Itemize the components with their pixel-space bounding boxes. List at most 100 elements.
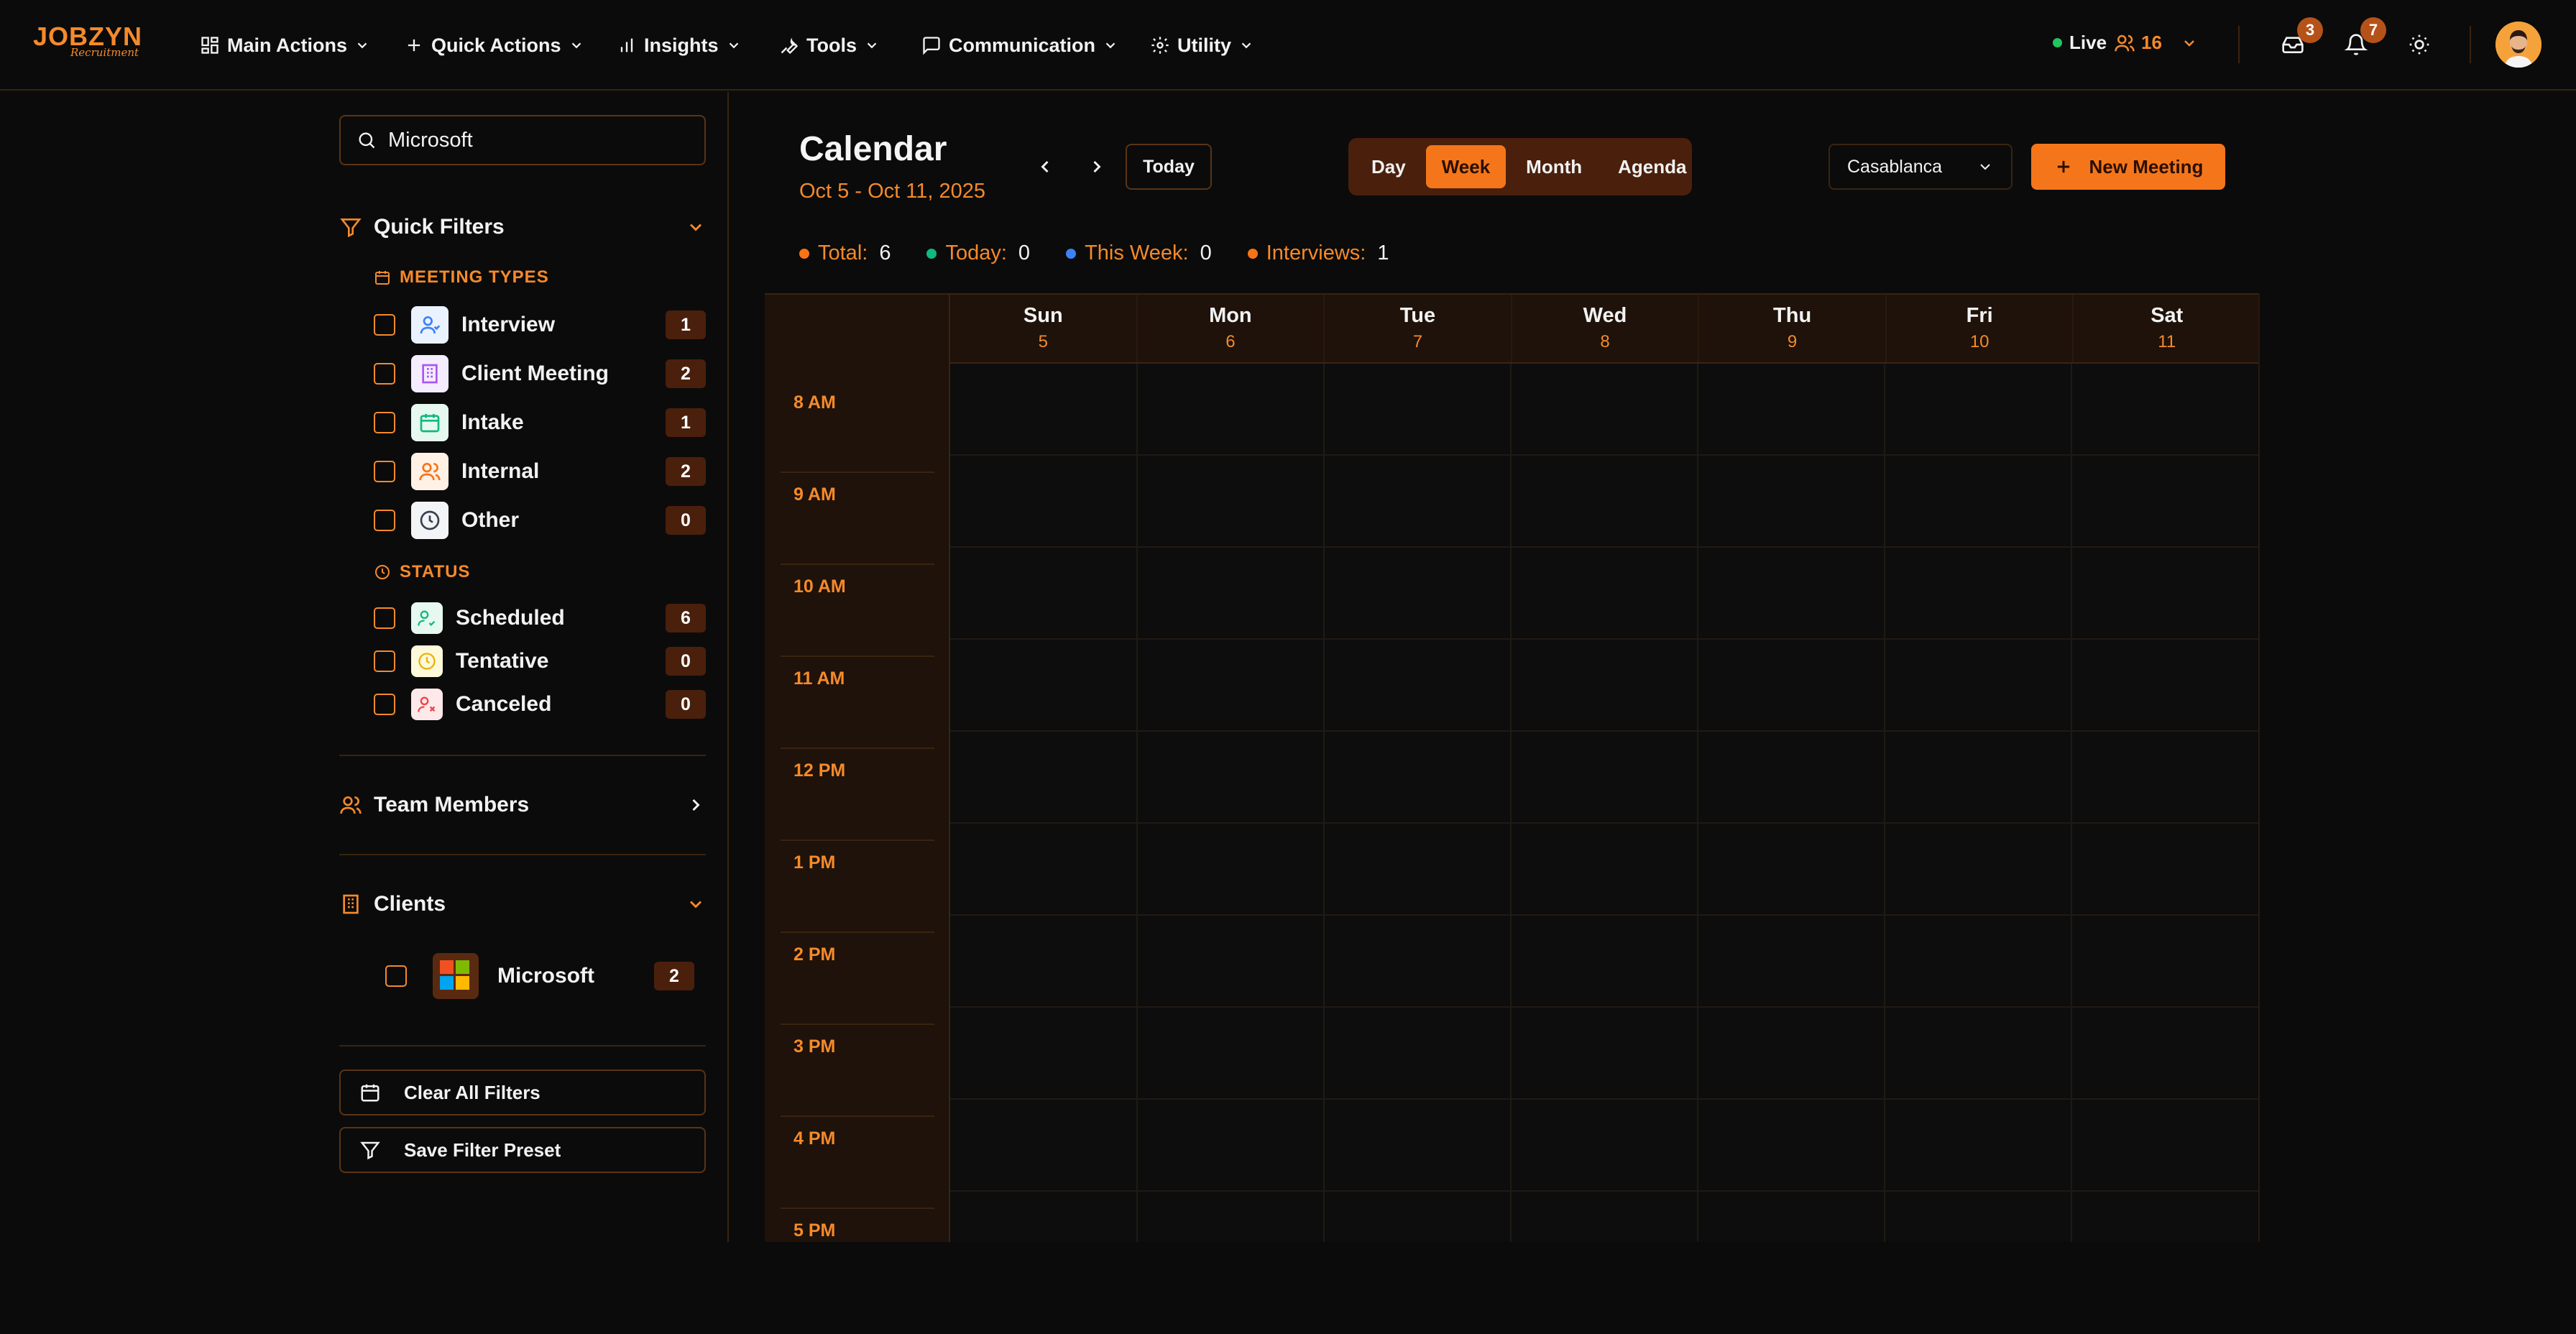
divider [339, 1045, 706, 1046]
filter-internal[interactable]: Internal 2 [374, 453, 706, 490]
brand-logo[interactable]: JOBZYN Recruitment [33, 23, 142, 60]
notifications-badge: 7 [2360, 17, 2386, 43]
day-name: Tue [1399, 303, 1436, 327]
time-label: 11 AM [794, 668, 845, 689]
checkbox[interactable] [374, 650, 395, 672]
day-line [2071, 364, 2072, 1242]
filter-canceled[interactable]: Canceled 0 [374, 686, 706, 723]
divider [339, 854, 706, 855]
tab-day[interactable]: Day [1356, 145, 1422, 188]
stat-today: Today: 0 [926, 242, 1030, 265]
nav-communication[interactable]: Communication [921, 29, 1118, 62]
checkbox[interactable] [374, 694, 395, 715]
divider [781, 656, 934, 657]
nav-quick-actions[interactable]: Quick Actions [404, 29, 584, 62]
time-slots-area[interactable] [950, 364, 2260, 1242]
user-avatar[interactable] [2496, 22, 2542, 68]
day-name: Thu [1773, 303, 1812, 327]
filter-icon [340, 218, 362, 238]
day-name: Wed [1583, 303, 1627, 327]
next-week-button[interactable] [1082, 152, 1111, 181]
bar-chart-icon [620, 38, 633, 52]
filter-label: Tentative [456, 649, 549, 673]
day-header-fri[interactable]: Fri 10 [1887, 293, 2074, 362]
avatar-portrait [2496, 22, 2542, 68]
day-date: 9 [1787, 331, 1798, 351]
checkbox[interactable] [374, 510, 395, 531]
stat-value: 1 [1377, 242, 1389, 264]
day-header-mon[interactable]: Mon 6 [1138, 293, 1325, 362]
day-header-sun[interactable]: Sun 5 [950, 293, 1138, 362]
checkbox[interactable] [385, 965, 407, 987]
chevron-down-icon [689, 224, 702, 231]
day-date: 6 [1225, 331, 1236, 351]
divider [781, 840, 934, 841]
checkbox[interactable] [374, 461, 395, 482]
day-header-thu[interactable]: Thu 9 [1699, 293, 1887, 362]
meeting-types-subheader: MEETING TYPES [374, 267, 549, 288]
status-dot [1247, 248, 1258, 259]
tab-week[interactable]: Week [1425, 145, 1506, 188]
live-users-toggle[interactable]: Live 16 [2053, 32, 2198, 54]
filter-interview[interactable]: Interview 1 [374, 306, 706, 344]
day-header-sat[interactable]: Sat 11 [2074, 293, 2260, 362]
theme-toggle-button[interactable] [2405, 30, 2434, 59]
search-input[interactable] [388, 128, 690, 152]
filter-count: 2 [654, 962, 694, 990]
nav-label: Utility [1177, 34, 1232, 56]
timezone-value: Casablanca [1847, 156, 1943, 177]
team-members-header[interactable]: Team Members [339, 789, 706, 821]
save-preset-button[interactable]: Save Filter Preset [339, 1127, 706, 1173]
day-date: 10 [1969, 331, 1990, 351]
nav-insights[interactable]: Insights [617, 29, 742, 62]
filter-client-microsoft[interactable]: Microsoft 2 [385, 953, 694, 999]
quick-filters-header[interactable]: Quick Filters [339, 211, 706, 243]
filter-client-meeting[interactable]: Client Meeting 2 [374, 355, 706, 392]
day-line [1323, 364, 1325, 1242]
nav-utility[interactable]: Utility [1150, 29, 1254, 62]
stat-interviews: Interviews: 1 [1247, 242, 1389, 265]
time-label: 4 PM [794, 1128, 836, 1149]
search-field[interactable] [339, 115, 706, 165]
filter-scheduled[interactable]: Scheduled 6 [374, 599, 706, 637]
stat-value: 0 [1200, 242, 1212, 264]
nav-label: Insights [644, 34, 719, 56]
new-meeting-button[interactable]: New Meeting [2031, 144, 2225, 190]
status-dot [926, 248, 937, 259]
filter-label: Other [461, 508, 520, 532]
time-label: 3 PM [794, 1036, 836, 1057]
live-label: Live [2069, 32, 2107, 53]
filter-intake[interactable]: Intake 1 [374, 404, 706, 441]
filter-other[interactable]: Other 0 [374, 502, 706, 539]
prev-week-button[interactable] [1031, 152, 1059, 181]
today-button[interactable]: Today [1126, 144, 1212, 190]
filter-count: 2 [666, 457, 706, 486]
inbox-button[interactable]: 3 [2278, 17, 2323, 59]
user-check-icon [411, 602, 443, 634]
nav-tools[interactable]: Tools [779, 29, 880, 62]
clients-header[interactable]: Clients [339, 888, 706, 920]
nav-main-actions[interactable]: Main Actions [200, 29, 370, 62]
notifications-button[interactable]: 7 [2342, 17, 2386, 59]
tab-month[interactable]: Month [1510, 145, 1598, 188]
chevron-down-icon [867, 42, 877, 49]
checkbox[interactable] [374, 412, 395, 433]
day-header-tue[interactable]: Tue 7 [1325, 293, 1512, 362]
week-calendar-grid: 8 AM 9 AM 10 AM 11 AM 12 PM 1 PM 2 PM 3 … [765, 293, 2260, 1242]
sun-icon [2409, 34, 2429, 55]
filter-tentative[interactable]: Tentative 0 [374, 643, 706, 680]
checkbox[interactable] [374, 607, 395, 629]
checkbox[interactable] [374, 314, 395, 336]
live-status-dot [2053, 38, 2062, 47]
inbox-badge: 3 [2297, 17, 2323, 43]
stat-total: Total: 6 [799, 242, 891, 265]
checkbox[interactable] [374, 363, 395, 385]
nav-label: Communication [949, 34, 1096, 56]
day-header-wed[interactable]: Wed 8 [1512, 293, 1700, 362]
clear-filters-button[interactable]: Clear All Filters [339, 1070, 706, 1116]
stat-label: Today: [945, 242, 1007, 264]
quick-filters-title: Quick Filters [374, 215, 505, 239]
timezone-select[interactable]: Casablanca [1828, 144, 2012, 190]
tab-agenda[interactable]: Agenda [1602, 145, 1702, 188]
day-name: Sun [1023, 303, 1063, 327]
